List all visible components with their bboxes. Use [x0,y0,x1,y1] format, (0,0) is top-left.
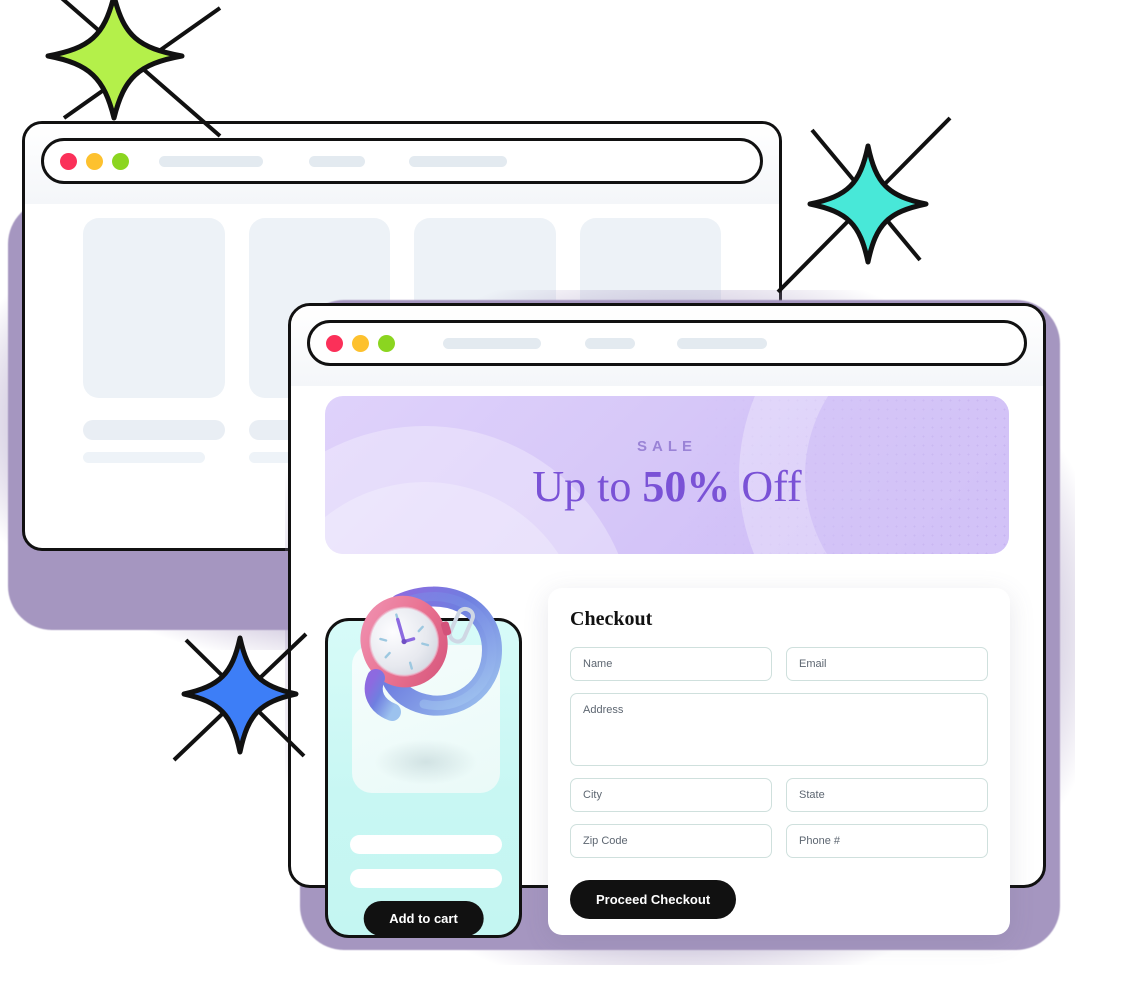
back-window-chrome [25,124,779,204]
checkout-panel: Checkout Name Email Address City State Z… [548,588,1010,935]
email-field[interactable]: Email [786,647,988,681]
email-field-placeholder: Email [799,658,827,670]
front-window-chrome [291,306,1043,386]
back-window-urlbar[interactable] [41,138,763,184]
sale-headline-prefix: Up to [532,462,643,511]
sale-kicker: SALE [636,438,697,455]
skeleton-subtitle-bar [83,452,205,463]
front-window-body: SALE Up to 50% Off [291,386,1043,582]
minimize-dot[interactable] [86,152,103,170]
checkout-row-1: Name Email [570,647,988,681]
city-field-placeholder: City [583,789,602,801]
sparkle-star-green [42,0,238,138]
maximize-dot[interactable] [378,334,395,352]
add-to-cart-button[interactable]: Add to cart [363,901,484,935]
checkout-title: Checkout [570,608,653,630]
front-traffic-lights [326,334,395,352]
watch-product-card[interactable]: Add to cart [325,618,522,938]
close-dot[interactable] [326,334,343,352]
state-field[interactable]: State [786,778,988,812]
front-window-urlbar[interactable] [307,320,1027,366]
name-field-placeholder: Name [583,658,613,670]
sale-banner[interactable]: SALE Up to 50% Off [325,396,1009,554]
address-field-placeholder: Address [583,704,624,716]
proceed-checkout-button[interactable]: Proceed Checkout [570,880,737,919]
product-drop-shadow [374,739,478,785]
nav-pill-1[interactable] [159,155,263,167]
zip-field-placeholder: Zip Code [583,835,628,847]
checkout-row-4: Zip Code Phone # [570,824,988,858]
minimize-dot[interactable] [352,334,369,352]
checkout-row-2: Address [570,693,988,766]
sale-headline-percent: 50% [642,462,731,511]
name-field[interactable]: Name [570,647,772,681]
close-dot[interactable] [60,152,77,170]
nav-pill-3[interactable] [677,337,767,349]
skeleton-product-card[interactable] [83,218,225,463]
sparkle-star-cyan [772,112,958,298]
address-field[interactable]: Address [570,693,988,766]
state-field-placeholder: State [799,789,825,801]
nav-pill-3[interactable] [409,155,507,167]
skeleton-thumbnail [83,218,225,398]
sale-headline-suffix: Off [730,462,802,511]
nav-pill-2[interactable] [309,155,365,167]
sale-headline: Up to 50% Off [532,461,801,512]
phone-field-placeholder: Phone # [799,835,840,847]
zip-field[interactable]: Zip Code [570,824,772,858]
nav-pill-2[interactable] [585,337,635,349]
skeleton-title-bar [83,420,225,440]
product-title-placeholder [350,835,502,854]
illustration-scene: SALE Up to 50% Off Add to cart Checkout … [0,0,1123,982]
maximize-dot[interactable] [112,152,129,170]
back-traffic-lights [60,152,129,170]
nav-pill-1[interactable] [443,337,541,349]
phone-field[interactable]: Phone # [786,824,988,858]
checkout-row-3: City State [570,778,988,812]
product-price-placeholder [350,869,502,888]
city-field[interactable]: City [570,778,772,812]
